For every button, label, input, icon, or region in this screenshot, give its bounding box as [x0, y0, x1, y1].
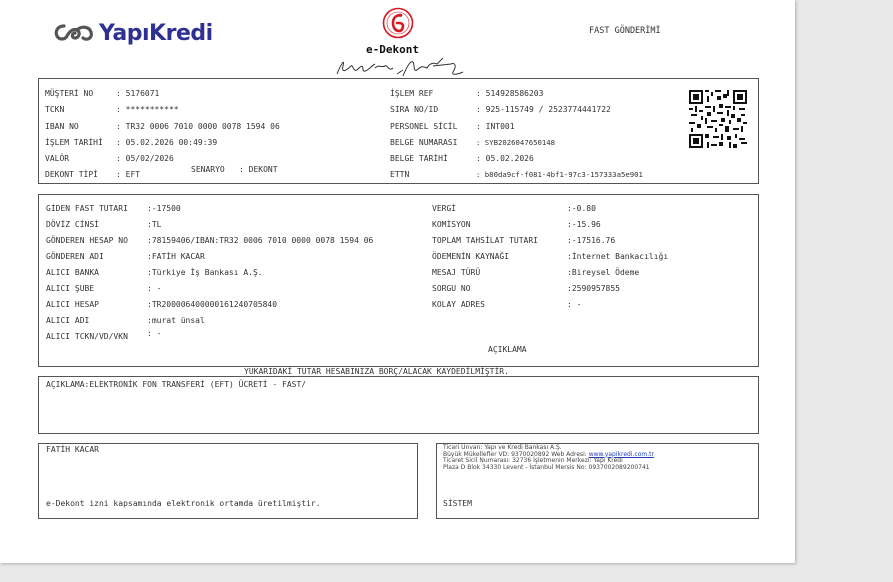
qr-code-icon	[689, 90, 747, 148]
value-alici-hesap: :TR200006400000161240705840	[147, 299, 278, 309]
value-vergi: :-0.80	[567, 204, 596, 213]
transfer-right-values: :-0.80 :-15.96 :-17516.76 :İnternet Bank…	[567, 201, 668, 313]
value-personel-sicil: : INT001	[476, 121, 515, 131]
value-sira-no: : 925-115749 / 2523774441722	[476, 105, 611, 115]
value-kolay-adres: : -	[567, 299, 582, 309]
company-line-4: Plaza D Blok 34330 Levent - İstanbul Mer…	[443, 463, 650, 471]
value-sorgu-no: :2590957855	[567, 283, 620, 293]
signature-image	[336, 57, 464, 77]
value-belge-numarasi: : SYB2026047650148	[476, 137, 556, 147]
fast-title: FAST GÖNDERİMİ	[589, 26, 661, 36]
logo-text: YapıKredi	[99, 20, 213, 46]
value-belge-tarihi: : 05.02.2026	[476, 154, 534, 164]
label-toplam-tahsilat: TOPLAM TAHSİLAT TUTARI	[432, 235, 538, 245]
value-komisyon: :-15.96	[567, 219, 601, 229]
receipt-page: YapıKredi e-Dekont FAST GÖNDERİMİ MÜŞTER…	[0, 0, 795, 563]
value-alici-adi: :murat ünsal	[147, 315, 205, 325]
value-musteri-no: : 5176071	[116, 89, 160, 98]
value-alici-banka: :Türkiye İş Bankası A.Ş.	[147, 267, 263, 277]
label-belge-tarihi: BELGE TARİHİ	[390, 154, 448, 164]
customer-left-labels: MÜŞTERİ NO TCKN IBAN NO İŞLEM TARİHİ VAL…	[45, 86, 103, 184]
label-vergi: VERGİ	[432, 204, 457, 213]
value-odemenin-kaynagi: :İnternet Bankacılığı	[567, 251, 669, 261]
label-alici-hesap: ALICI HESAP	[46, 299, 99, 309]
value-alici-tckn-visible: : -	[147, 329, 162, 338]
label-mesaj-turu: MESAJ TÜRÜ	[432, 267, 481, 277]
value-mesaj-turu: :Bireysel Ödeme	[567, 267, 640, 277]
label-doviz-cinsi: DÖVİZ CİNSİ	[46, 219, 99, 229]
label-alici-adi: ALICI ADI	[46, 315, 90, 325]
value-senaryo: : DEKONT	[239, 165, 278, 174]
logo-mark-icon	[54, 24, 93, 41]
debit-credit-notice: YUKARIDAKİ TUTAR HESABINIZA BORÇ/ALACAK …	[244, 367, 509, 376]
bank-seal-icon	[382, 7, 414, 39]
label-alici-banka: ALICI BANKA	[46, 267, 99, 277]
label-valor: VALÖR	[45, 154, 70, 164]
label-sorgu-no: SORGU NO	[432, 283, 471, 293]
value-ettn: : b80da9cf-f081-4bf1-97c3-157333a5e901	[476, 170, 643, 180]
value-doviz-cinsi: :TL	[147, 219, 162, 229]
label-odemenin-kaynagi: ÖDEMENİN KAYNAĞI	[432, 251, 510, 261]
value-islem-tarihi: : 05.02.2026 00:49:39	[116, 137, 218, 147]
label-sira-no: SIRA NO/ID	[390, 105, 439, 115]
transfer-left-values: :-17500 :TL :78159406/IBAN:TR32 0006 701…	[147, 201, 373, 345]
transfer-right-labels: VERGİ KOMİSYON TOPLAM TAHSİLAT TUTARI ÖD…	[432, 201, 538, 313]
label-iban-no: IBAN NO	[45, 121, 79, 131]
label-belge-numarasi: BELGE NUMARASI	[390, 137, 458, 147]
yapikredi-logo: YapıKredi	[53, 19, 213, 47]
footer-customer-name: FATİH KACAR	[46, 445, 99, 454]
value-tckn: : ***********	[116, 105, 179, 115]
label-giden-fast-tutari: GİDEN FAST TUTARI	[46, 204, 128, 213]
label-komisyon: KOMİSYON	[432, 219, 471, 229]
label-alici-tckn: ALICI TCKN/VD/VKN	[46, 331, 128, 341]
value-toplam-tahsilat: :-17516.76	[567, 235, 616, 245]
label-kolay-adres: KOLAY ADRES	[432, 299, 485, 309]
transfer-left-labels: GİDEN FAST TUTARI DÖVİZ CİNSİ GÖNDEREN H…	[46, 201, 128, 345]
label-musteri-no: MÜŞTERİ NO	[45, 89, 94, 98]
value-gonderen-hesap-no: :78159406/IBAN:TR32 0006 7010 0000 0078 …	[147, 235, 374, 245]
label-dekont-tipi: DEKONT TİPİ	[45, 170, 98, 180]
value-alici-sube: : -	[147, 283, 162, 293]
bank-info-text: Ticari Unvan: Yapı ve Kredi Bankası A.Ş.…	[443, 444, 654, 471]
label-senaryo: SENARYO	[191, 165, 225, 174]
value-islem-ref: : 514928586203	[476, 89, 544, 98]
customer-right-values: : 514928586203 : 925-115749 / 2523774441…	[476, 86, 643, 184]
label-islem-ref: İŞLEM REF	[390, 89, 434, 98]
label-islem-tarihi: İŞLEM TARİHİ	[45, 137, 103, 147]
label-ettn: ETTN	[390, 170, 410, 180]
label-gonderen-adi: GÖNDEREN ADI	[46, 251, 104, 261]
description-text: AÇIKLAMA:ELEKTRONİK FON TRANSFERİ (EFT) …	[46, 380, 307, 389]
label-personel-sicil: PERSONEL SİCİL	[390, 121, 458, 131]
system-label: SİSTEM	[443, 499, 472, 508]
value-iban-no: : TR32 0006 7010 0000 0078 1594 06	[116, 121, 280, 131]
label-tckn: TCKN	[45, 105, 65, 115]
footer-electronic-note: e-Dekont izni kapsamında elektronik orta…	[46, 499, 321, 508]
explanation-header: AÇIKLAMA	[488, 345, 527, 354]
label-gonderen-hesap-no: GÖNDEREN HESAP NO	[46, 235, 128, 245]
value-gonderen-adi: :FATİH KACAR	[147, 251, 205, 261]
value-giden-fast-tutari: :-17500	[147, 204, 181, 213]
label-alici-sube: ALICI ŞUBE	[46, 283, 95, 293]
customer-right-labels: İŞLEM REF SIRA NO/ID PERSONEL SİCİL BELG…	[390, 86, 457, 184]
